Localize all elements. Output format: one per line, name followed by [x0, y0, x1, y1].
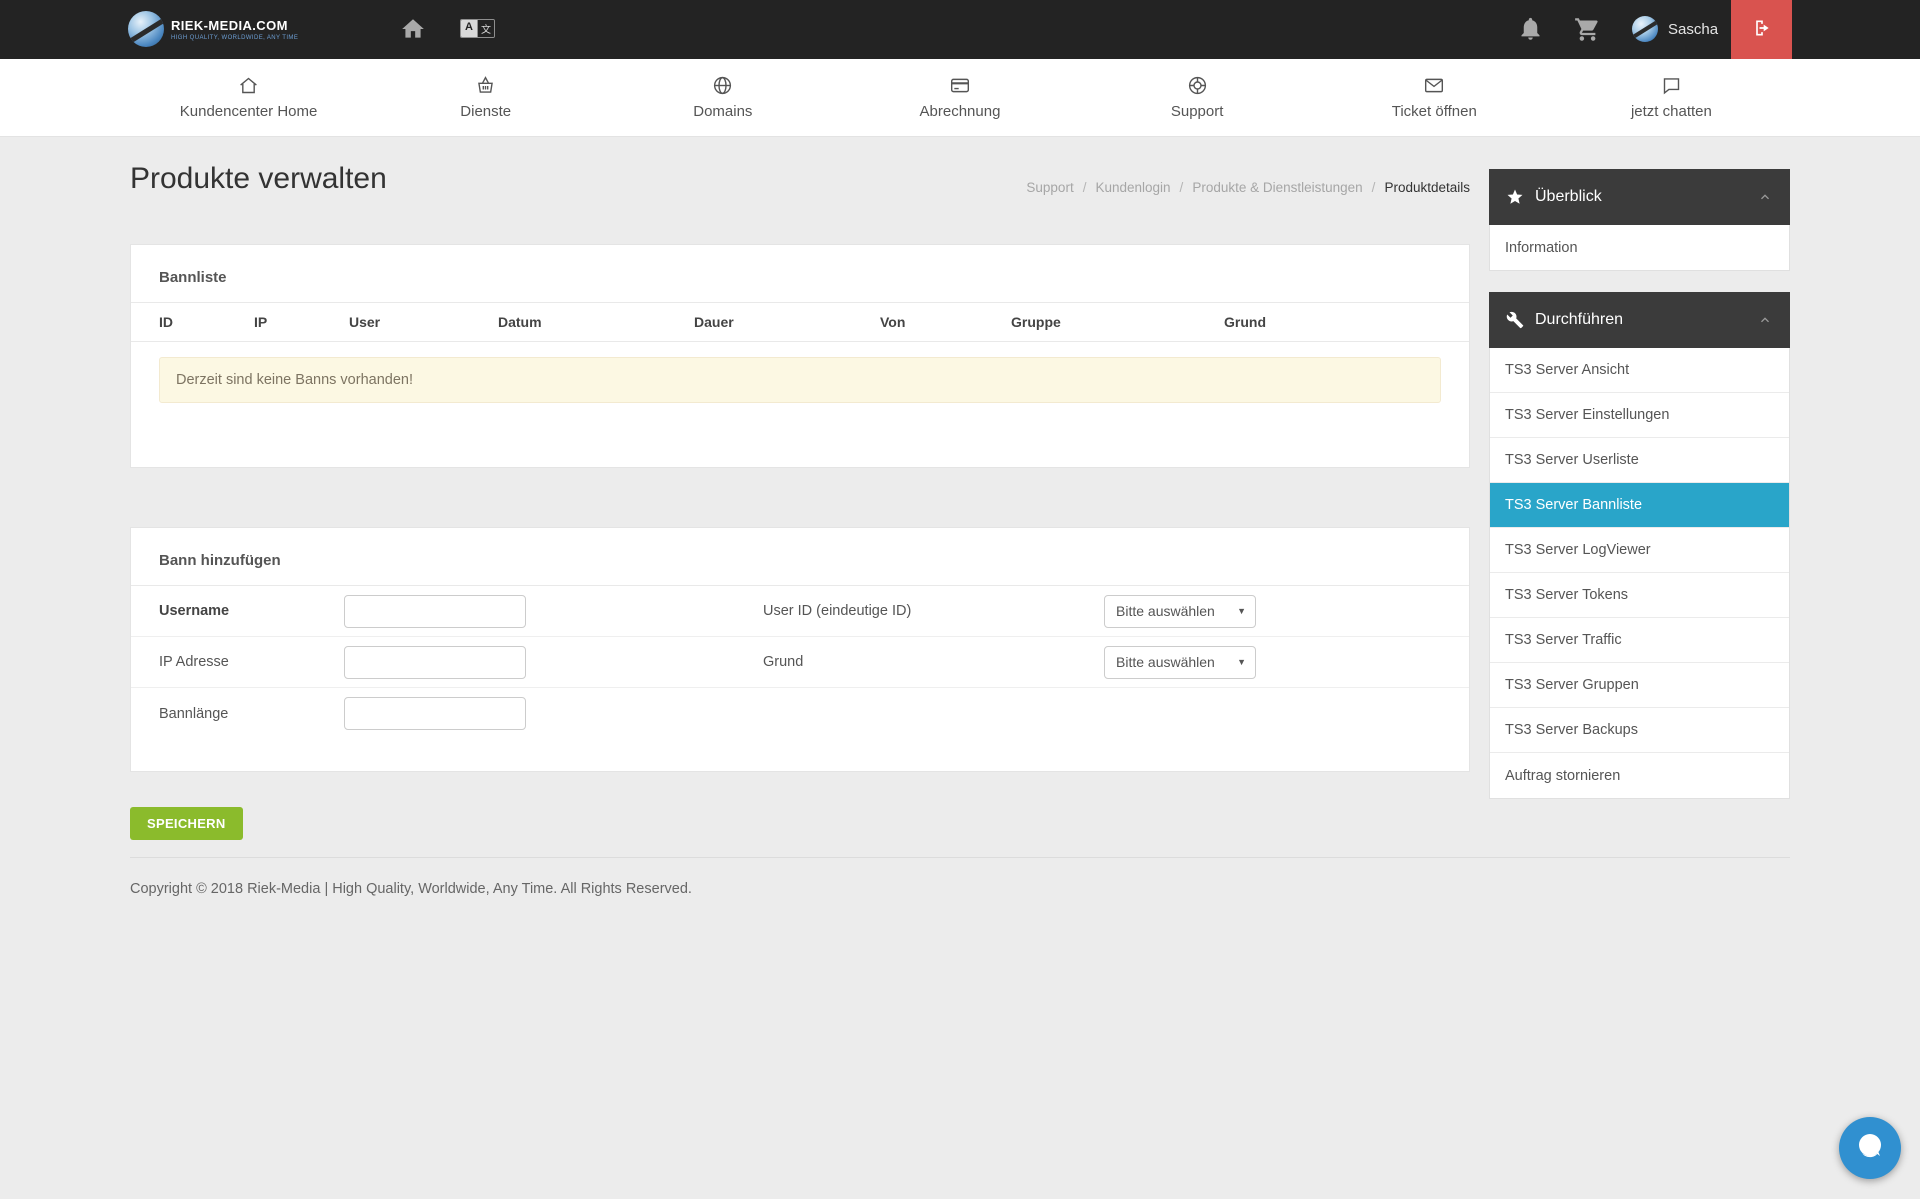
sidebar-overview-block: Überblick Information	[1489, 169, 1790, 271]
userid-label: User ID (eindeutige ID)	[763, 603, 1104, 619]
add-ban-panel-title: Bann hinzufügen	[131, 528, 1469, 586]
home-outline-icon	[238, 75, 259, 96]
sidebar-item-ts3-logviewer[interactable]: TS3 Server LogViewer	[1490, 528, 1789, 573]
footer-divider	[130, 857, 1790, 858]
chevron-down-icon: ▼	[1237, 657, 1246, 667]
chevron-up-icon	[1757, 189, 1773, 205]
form-row-ip: IP Adresse Grund Bitte auswählen ▼	[131, 637, 1469, 688]
column-header-von: Von	[880, 314, 1011, 330]
form-row-username: Username User ID (eindeutige ID) Bitte a…	[131, 586, 1469, 637]
sidebar-item-ts3-tokens[interactable]: TS3 Server Tokens	[1490, 573, 1789, 618]
nav-item-dienste[interactable]: Dienste	[367, 59, 604, 136]
column-header-ip: IP	[254, 314, 349, 330]
wrench-icon	[1506, 311, 1524, 329]
sidebar-item-ts3-traffic[interactable]: TS3 Server Traffic	[1490, 618, 1789, 663]
add-ban-panel: Bann hinzufügen Username User ID (eindeu…	[130, 527, 1470, 772]
nav-item-ticket-oeffnen[interactable]: Ticket öffnen	[1316, 59, 1553, 136]
chat-widget-icon	[1852, 1129, 1888, 1168]
ip-input[interactable]	[344, 646, 526, 679]
chat-widget-button[interactable]	[1839, 1117, 1901, 1179]
sidebar-item-ts3-backups[interactable]: TS3 Server Backups	[1490, 708, 1789, 753]
empty-banlist-alert: Derzeit sind keine Banns vorhanden!	[159, 357, 1441, 403]
banlength-input[interactable]	[344, 697, 526, 730]
chat-bubble-icon	[1661, 75, 1682, 96]
shopping-cart-icon[interactable]	[1574, 16, 1601, 43]
home-icon[interactable]	[400, 16, 426, 42]
nav-item-jetzt-chatten[interactable]: jetzt chatten	[1553, 59, 1790, 136]
user-name: Sascha	[1668, 21, 1718, 38]
banlength-label: Bannlänge	[159, 706, 344, 722]
breadcrumb-item-support[interactable]: Support	[1026, 180, 1073, 195]
grund-select[interactable]: Bitte auswählen ▼	[1104, 646, 1256, 679]
life-ring-icon	[1187, 75, 1208, 96]
breadcrumb-item-kundenlogin[interactable]: Kundenlogin	[1095, 180, 1170, 195]
sidebar-actions-block: Durchführen TS3 Server Ansicht TS3 Serve…	[1489, 292, 1790, 799]
sidebar-item-ts3-gruppen[interactable]: TS3 Server Gruppen	[1490, 663, 1789, 708]
sidebar-actions-header[interactable]: Durchführen	[1489, 292, 1790, 348]
user-menu[interactable]: Sascha	[1632, 16, 1718, 42]
globe-icon	[712, 75, 733, 96]
breadcrumb-item-produktdetails: Produktdetails	[1384, 180, 1470, 195]
sidebar-item-ts3-userliste[interactable]: TS3 Server Userliste	[1490, 438, 1789, 483]
sidebar-item-ts3-einstellungen[interactable]: TS3 Server Einstellungen	[1490, 393, 1789, 438]
credit-card-icon	[949, 75, 971, 96]
column-header-dauer: Dauer	[694, 314, 880, 330]
column-header-gruppe: Gruppe	[1011, 314, 1224, 330]
username-label: Username	[159, 603, 344, 619]
star-icon	[1506, 188, 1524, 206]
save-button[interactable]: SPEICHERN	[130, 807, 243, 840]
sidebar-item-ts3-bannliste[interactable]: TS3 Server Bannliste	[1490, 483, 1789, 528]
username-input[interactable]	[344, 595, 526, 628]
userid-select[interactable]: Bitte auswählen ▼	[1104, 595, 1256, 628]
form-row-banlength: Bannlänge	[131, 688, 1469, 739]
breadcrumb: Support/Kundenlogin/Produkte & Dienstlei…	[130, 180, 1470, 195]
brand-globe-icon	[128, 11, 164, 47]
brand-name: RIEK-MEDIA.COM	[171, 18, 298, 33]
logout-button[interactable]	[1731, 0, 1792, 59]
nav-item-abrechnung[interactable]: Abrechnung	[841, 59, 1078, 136]
chevron-up-icon	[1757, 312, 1773, 328]
envelope-icon	[1423, 75, 1445, 96]
grund-label: Grund	[763, 654, 1104, 670]
sidebar-item-ts3-ansicht[interactable]: TS3 Server Ansicht	[1490, 348, 1789, 393]
chevron-down-icon: ▼	[1237, 606, 1246, 616]
basket-icon	[475, 75, 496, 96]
language-icon[interactable]: A 文	[460, 19, 495, 38]
banlist-table-header: ID IP User Datum Dauer Von Gruppe Grund	[131, 303, 1469, 342]
nav-item-support[interactable]: Support	[1079, 59, 1316, 136]
footer-copyright: Copyright © 2018 Riek-Media | High Quali…	[130, 881, 692, 897]
brand-tagline: HIGH QUALITY, WORLDWIDE, ANY TIME	[171, 35, 298, 41]
ip-label: IP Adresse	[159, 654, 344, 670]
column-header-id: ID	[159, 314, 254, 330]
breadcrumb-item-produkte[interactable]: Produkte & Dienstleistungen	[1192, 180, 1362, 195]
sidebar-item-information[interactable]: Information	[1490, 225, 1789, 270]
nav-item-kundencenter-home[interactable]: Kundencenter Home	[130, 59, 367, 136]
sidebar-overview-header[interactable]: Überblick	[1489, 169, 1790, 225]
column-header-grund: Grund	[1224, 314, 1441, 330]
sidebar: Überblick Information Durchführen TS3 Se…	[1489, 169, 1790, 820]
nav-item-domains[interactable]: Domains	[604, 59, 841, 136]
column-header-datum: Datum	[498, 314, 694, 330]
column-header-user: User	[349, 314, 498, 330]
notifications-bell-icon[interactable]	[1517, 15, 1544, 42]
brand-logo[interactable]: RIEK-MEDIA.COM HIGH QUALITY, WORLDWIDE, …	[128, 11, 298, 47]
sidebar-item-auftrag-stornieren[interactable]: Auftrag stornieren	[1490, 753, 1789, 798]
secondary-nav: Kundencenter Home Dienste Domains Abrech…	[0, 59, 1920, 137]
user-avatar	[1632, 16, 1658, 42]
banlist-panel-title: Bannliste	[131, 245, 1469, 303]
logout-icon	[1752, 18, 1772, 41]
top-navbar: RIEK-MEDIA.COM HIGH QUALITY, WORLDWIDE, …	[0, 0, 1920, 59]
banlist-panel: Bannliste ID IP User Datum Dauer Von Gru…	[130, 244, 1470, 468]
